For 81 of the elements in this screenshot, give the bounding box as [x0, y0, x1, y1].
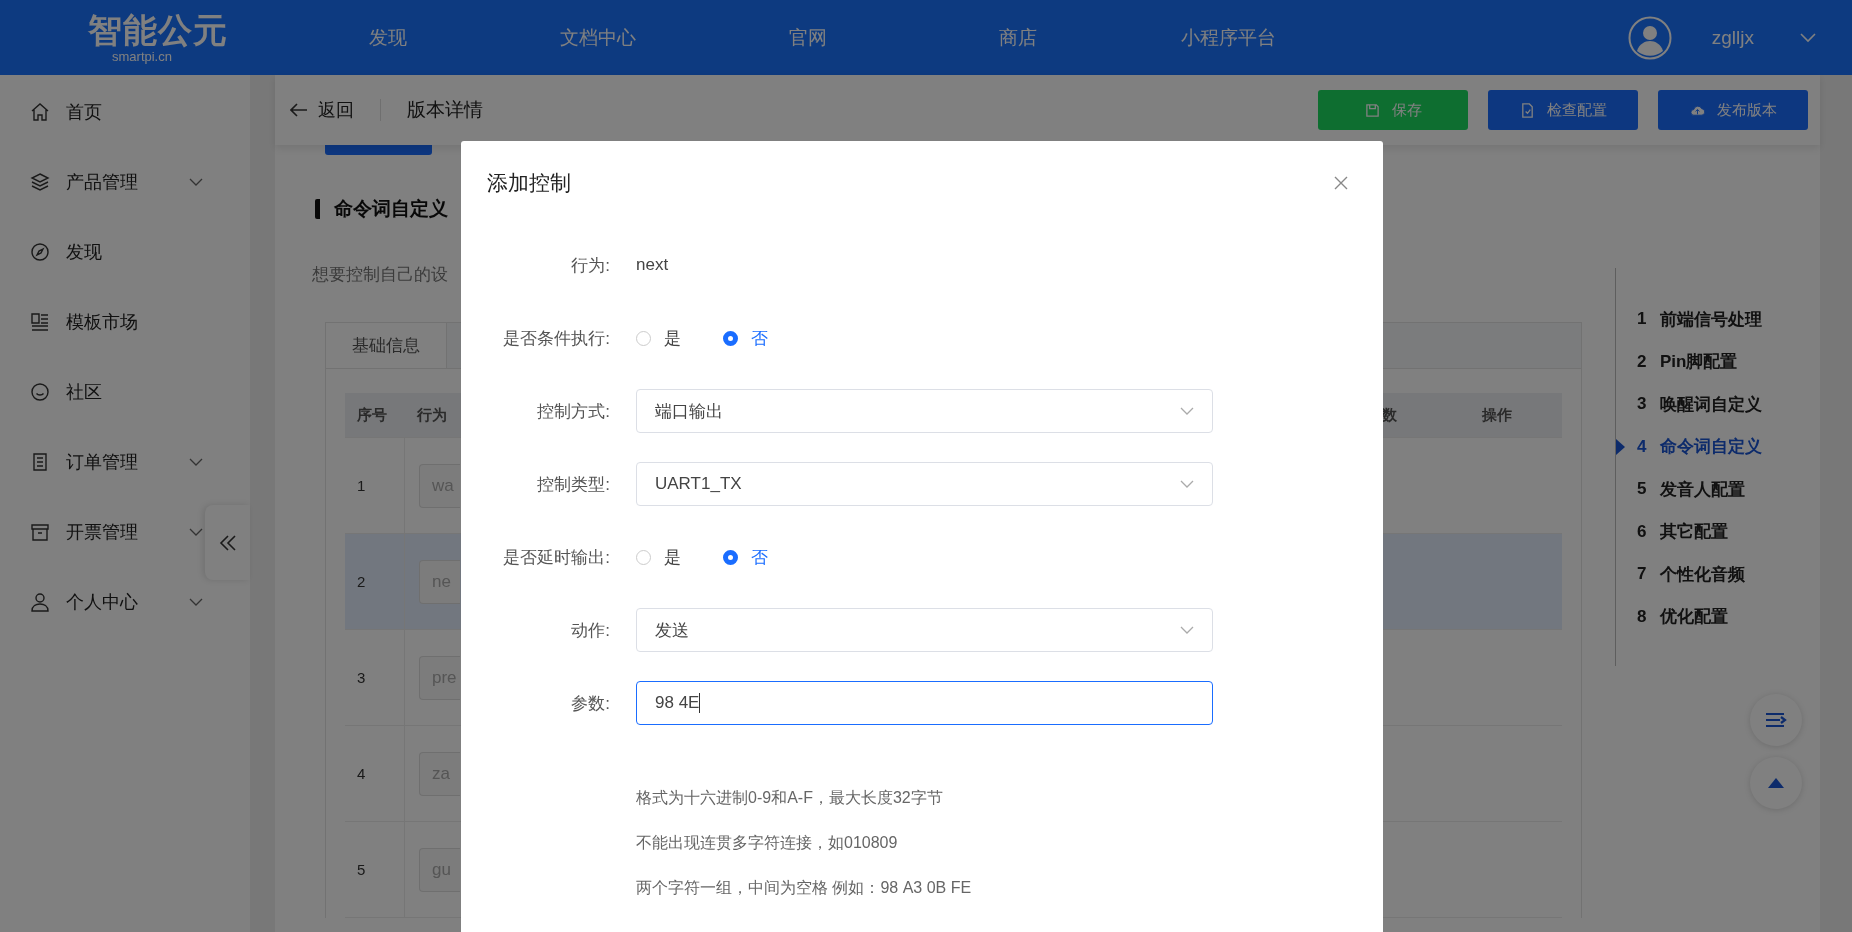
table-cell: 4	[345, 726, 405, 821]
nav-link[interactable]: 发现	[283, 24, 493, 51]
page-title: 版本详情	[407, 98, 483, 122]
home-icon	[30, 102, 50, 122]
input-field[interactable]: 98 4E	[636, 681, 1213, 725]
logo-subtitle: smartpi.cn	[112, 48, 172, 65]
nav-link[interactable]: 小程序平台	[1123, 24, 1333, 51]
back-link[interactable]: 返回	[290, 98, 354, 122]
logo-title: 智能公元	[88, 10, 228, 49]
sidebar-item[interactable]: 首页	[0, 77, 205, 147]
column-header: 操作	[1482, 405, 1512, 425]
collapse-sidebar-button[interactable]	[205, 505, 250, 580]
sidebar-item[interactable]: 开票管理	[0, 497, 205, 567]
step-link[interactable]: 6 其它配置	[1616, 510, 1820, 553]
step-link[interactable]: 8 优化配置	[1616, 595, 1820, 638]
field-label: 参数:	[570, 692, 610, 715]
triangle-right-icon	[1616, 437, 1625, 456]
nav-link[interactable]: 官网	[703, 24, 913, 51]
section-description: 想要控制自己的设	[312, 264, 448, 286]
radio-option[interactable]: 否	[723, 326, 768, 350]
table-cell: 1	[345, 438, 405, 533]
compass-icon	[30, 242, 50, 262]
hint-text: 两个字符一组，中间为空格 例如：98 A3 0B FE	[636, 878, 973, 898]
column-header: 序号	[356, 405, 387, 425]
triangle-up-icon	[1767, 777, 1785, 789]
close-icon[interactable]	[1334, 176, 1348, 190]
layers-icon	[30, 172, 50, 192]
sidebar-item[interactable]: 模板市场	[0, 287, 205, 357]
step-link[interactable]: 3 唤醒词自定义	[1616, 383, 1820, 426]
nav-link[interactable]: 文档中心	[493, 24, 703, 51]
double-chevron-left-icon	[217, 532, 238, 553]
radio-option[interactable]: 否	[723, 545, 768, 569]
radio-option[interactable]: 是	[636, 545, 681, 569]
menu-icon	[1765, 712, 1787, 728]
field-label: 是否延时输出:	[502, 546, 610, 569]
dropdown-select[interactable]: 发送	[636, 608, 1213, 652]
dropdown-select[interactable]: 端口输出	[636, 389, 1213, 433]
nav-link[interactable]: 商店	[913, 24, 1123, 51]
field-label: 动作:	[570, 619, 610, 642]
table-cell: 2	[345, 534, 405, 629]
step-link[interactable]: 4 命令词自定义	[1616, 425, 1820, 468]
step-link[interactable]: 1 前端信号处理	[1616, 298, 1820, 341]
sidebar-item[interactable]: 发现	[0, 217, 205, 287]
sidebar-item[interactable]: 产品管理	[0, 147, 205, 217]
smile-icon	[30, 382, 50, 402]
table-cell: 3	[345, 630, 405, 725]
check-button[interactable]: 检查配置	[1488, 90, 1638, 130]
step-link[interactable]: 5 发音人配置	[1616, 468, 1820, 511]
field-label: 是否条件执行:	[502, 327, 610, 350]
chevron-down-icon	[1180, 626, 1194, 634]
field-value: next	[636, 255, 669, 275]
hint-text: 格式为十六进制0-9和A-F，最大长度32字节	[636, 788, 944, 808]
column-header: 行为	[416, 405, 447, 425]
logo[interactable]: 智能公元 smartpi.cn	[0, 10, 250, 65]
sidebar-item[interactable]: 社区	[0, 357, 205, 427]
user-icon	[30, 592, 50, 612]
document-check-icon	[1519, 102, 1535, 118]
table-cell: 5	[345, 822, 405, 917]
chevron-down-icon[interactable]	[1800, 32, 1816, 43]
radio-option[interactable]: 是	[636, 326, 681, 350]
step-link[interactable]: 2 Pin脚配置	[1616, 340, 1820, 383]
document-icon	[30, 452, 50, 472]
layout-icon	[30, 312, 50, 332]
dropdown-select[interactable]: UART1_TX	[636, 462, 1213, 506]
field-label: 控制类型:	[536, 473, 610, 496]
column-header: 数	[1382, 405, 1397, 425]
sidebar-item[interactable]: 个人中心	[0, 567, 205, 637]
field-label: 行为:	[570, 254, 610, 277]
step-link[interactable]: 7 个性化音频	[1616, 553, 1820, 596]
avatar-icon[interactable]	[1627, 15, 1672, 60]
chevron-down-icon	[1180, 407, 1194, 415]
publish-button[interactable]: 发布版本	[1658, 90, 1808, 130]
chevron-down-icon	[1180, 480, 1194, 488]
hint-text: 不能出现连贯多字符连接，如010809	[636, 833, 899, 853]
tab[interactable]: 基础信息	[326, 323, 447, 368]
dialog-title: 添加控制	[487, 170, 571, 196]
arrow-left-icon	[290, 103, 308, 117]
field-label: 控制方式:	[536, 400, 610, 423]
archive-icon	[30, 522, 50, 542]
sidebar-item[interactable]: 订单管理	[0, 427, 205, 497]
username[interactable]: zglljx	[1711, 26, 1754, 49]
